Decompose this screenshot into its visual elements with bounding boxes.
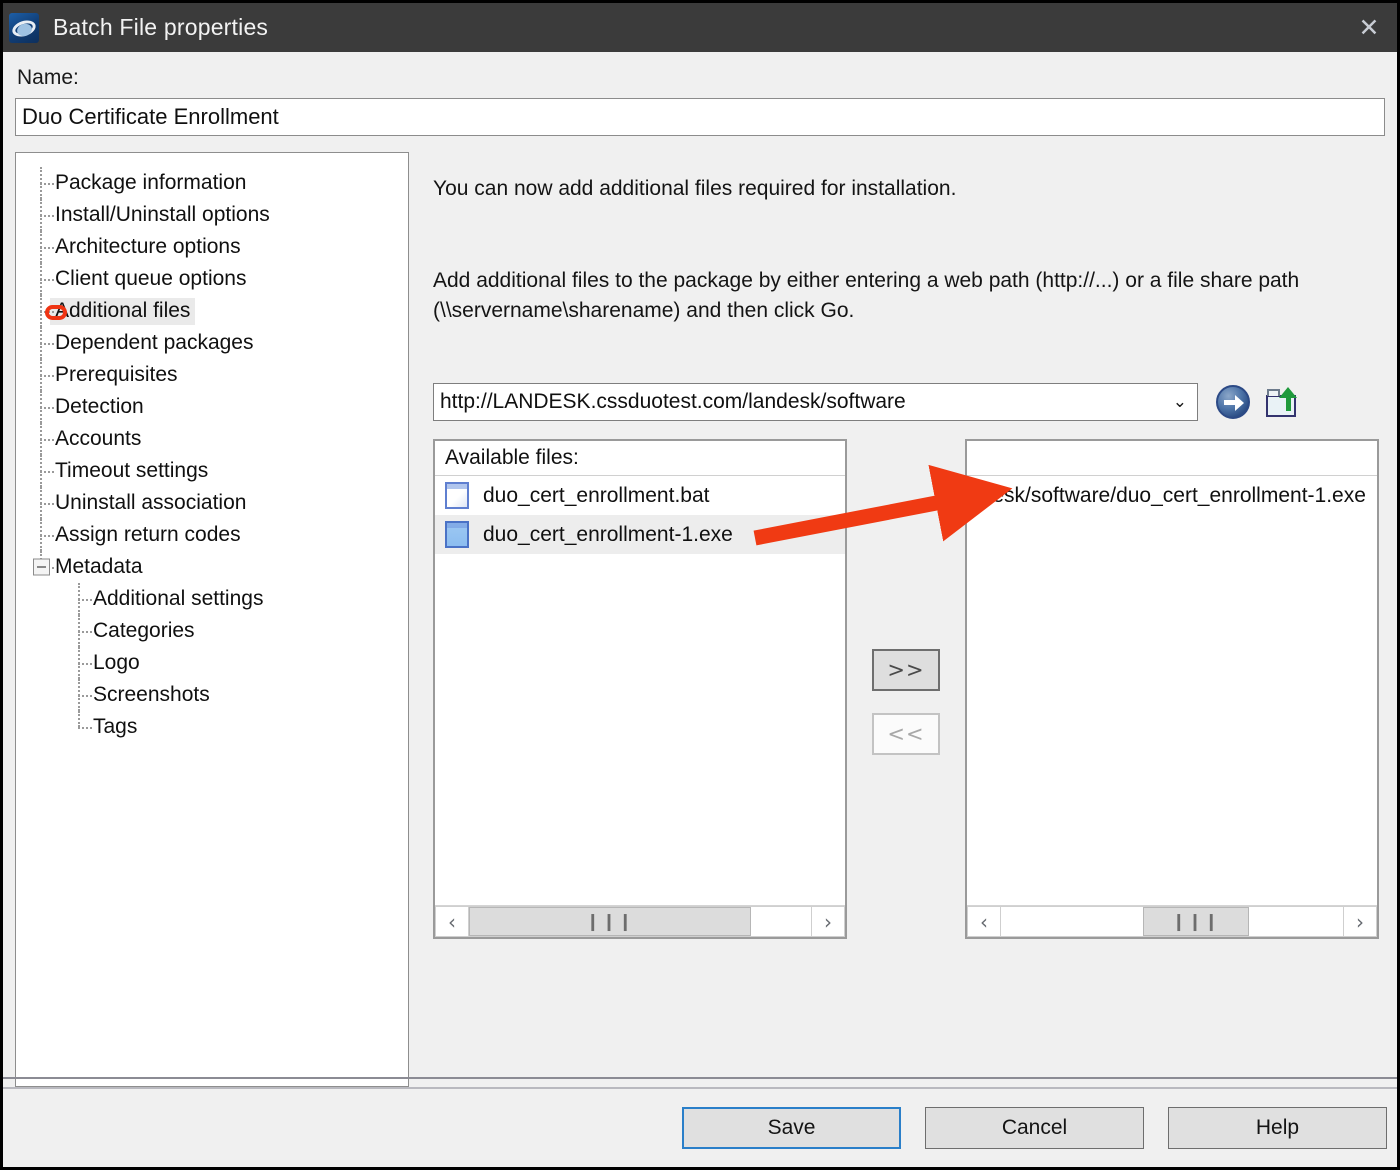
dialog-footer: Save Cancel Help (3, 1077, 1397, 1167)
tree-item-uninstall-association[interactable]: Uninstall association (16, 487, 408, 519)
tree-item-install-uninstall-options[interactable]: Install/Uninstall options (16, 199, 408, 231)
tree-item-label: Prerequisites (55, 362, 178, 386)
batch-file-properties-dialog: Batch File properties ✕ Name: Duo Certif… (0, 0, 1400, 1170)
selected-scroll-space-left[interactable] (1001, 907, 1143, 936)
tree-expander-minus-icon[interactable] (33, 558, 50, 576)
folder-body (1266, 395, 1296, 418)
folder-upload-icon[interactable] (1266, 387, 1298, 418)
tree-item-label: Metadata (55, 554, 143, 578)
tree-item-label: Dependent packages (55, 330, 254, 354)
tree-item-label: Accounts (55, 426, 142, 450)
selected-files-header (967, 441, 1377, 477)
scroll-left-icon[interactable]: ‹ (967, 906, 1001, 938)
tree-item-label: Tags (93, 714, 138, 738)
selected-file-name: ndesk/software/duo_cert_enrollment-1.exe (969, 483, 1366, 507)
tree-item-timeout-settings[interactable]: Timeout settings (16, 455, 408, 487)
tree-item-tags[interactable]: Tags (16, 711, 408, 743)
tree-item-prerequisites[interactable]: Prerequisites (16, 359, 408, 391)
available-files-header: Available files: (435, 441, 845, 477)
tree-item-label: Logo (93, 650, 140, 674)
path-entry-row: http://LANDESK.cssduotest.com/landesk/so… (433, 383, 1385, 422)
path-combobox[interactable]: http://LANDESK.cssduotest.com/landesk/so… (433, 383, 1198, 422)
tree-item-label: Additional files (50, 297, 196, 325)
selected-scroll-track[interactable]: ❙❙❙ (1001, 906, 1343, 938)
ivanti-logo-icon (9, 12, 39, 43)
scroll-left-icon[interactable]: ‹ (435, 906, 469, 938)
cancel-button[interactable]: Cancel (925, 1107, 1144, 1149)
tree-item-label: Client queue options (55, 266, 247, 290)
window-title: Batch File properties (53, 14, 269, 40)
selected-files-hscrollbar[interactable]: ‹ ❙❙❙ › (967, 905, 1377, 938)
name-input[interactable]: Duo Certificate Enrollment (15, 98, 1385, 136)
tree-item-label: Uninstall association (55, 490, 247, 514)
available-scroll-thumb[interactable]: ❙❙❙ (469, 907, 751, 937)
tree-item-detection[interactable]: Detection (16, 391, 408, 423)
available-file-name: duo_cert_enrollment.bat (483, 483, 710, 507)
add-file-button[interactable]: >> (872, 649, 940, 692)
remove-file-button[interactable]: << (872, 713, 940, 756)
tree-item-label: Assign return codes (55, 522, 241, 546)
file-transfer-area: Available files: duo_cert_enrollment.bat… (433, 439, 1385, 940)
folder-arrow-head (1279, 387, 1297, 399)
file-icon (445, 482, 469, 510)
available-file-name: duo_cert_enrollment-1.exe (483, 522, 733, 546)
intro-text: You can now add additional files require… (433, 177, 957, 200)
additional-files-pane: You can now add additional files require… (409, 152, 1385, 1087)
tree-item-accounts[interactable]: Accounts (16, 423, 408, 455)
available-file-row[interactable]: duo_cert_enrollment-1.exe (435, 515, 845, 555)
footer-separator (3, 1077, 1397, 1079)
tree-item-label: Package information (55, 170, 247, 194)
tree-item-logo[interactable]: Logo (16, 647, 408, 679)
selected-file-row[interactable]: ndesk/software/duo_cert_enrollment-1.exe (967, 476, 1377, 515)
selected-scroll-space-right[interactable] (1249, 907, 1343, 936)
selected-files-listbox[interactable]: ndesk/software/duo_cert_enrollment-1.exe… (965, 439, 1379, 940)
go-arrow-icon[interactable] (1216, 385, 1250, 420)
content-split: Package information Install/Uninstall opt… (15, 152, 1385, 1087)
available-files-body: duo_cert_enrollment.bat duo_cert_enrollme… (435, 476, 845, 905)
tree-item-dependent-packages[interactable]: Dependent packages (16, 327, 408, 359)
help-button[interactable]: Help (1168, 1107, 1387, 1149)
tree-item-architecture-options[interactable]: Architecture options (16, 231, 408, 263)
available-files-hscrollbar[interactable]: ‹ ❙❙❙ › (435, 905, 845, 938)
file-icon (445, 521, 469, 549)
folder-arrow-stem (1286, 397, 1291, 412)
tree-item-additional-settings[interactable]: Additional settings (16, 583, 408, 615)
tree-item-metadata[interactable]: Metadata (16, 551, 408, 583)
tree-item-screenshots[interactable]: Screenshots (16, 679, 408, 711)
scroll-right-icon[interactable]: › (811, 906, 845, 938)
tree-item-additional-files[interactable]: Additional files (16, 295, 408, 327)
path-combobox-value: http://LANDESK.cssduotest.com/landesk/so… (440, 390, 906, 414)
tree-item-package-information[interactable]: Package information (16, 167, 408, 199)
selected-files-body: ndesk/software/duo_cert_enrollment-1.exe (967, 476, 1377, 905)
close-icon[interactable]: ✕ (1341, 3, 1397, 52)
available-scroll-track[interactable]: ❙❙❙ (469, 906, 811, 938)
available-files-listbox[interactable]: Available files: duo_cert_enrollment.bat… (433, 439, 847, 940)
tree-item-label: Detection (55, 394, 144, 418)
tree-item-categories[interactable]: Categories (16, 615, 408, 647)
settings-tree: Package information Install/Uninstall opt… (15, 152, 409, 1087)
tree-item-assign-return-codes[interactable]: Assign return codes (16, 519, 408, 551)
scroll-right-icon[interactable]: › (1343, 906, 1377, 938)
tree-item-client-queue-options[interactable]: Client queue options (16, 263, 408, 295)
transfer-buttons: >> << (847, 439, 965, 756)
title-bar: Batch File properties ✕ (3, 3, 1397, 52)
selected-scroll-thumb[interactable]: ❙❙❙ (1143, 907, 1249, 937)
tree-item-label: Install/Uninstall options (55, 202, 270, 226)
tree-item-label: Additional settings (93, 586, 264, 610)
chevron-down-icon[interactable]: ⌄ (1173, 392, 1187, 412)
save-button[interactable]: Save (682, 1107, 901, 1149)
tree-item-label: Categories (93, 618, 195, 642)
available-scroll-space[interactable] (751, 907, 811, 936)
available-file-row[interactable]: duo_cert_enrollment.bat (435, 476, 845, 515)
tree-item-label: Architecture options (55, 234, 241, 258)
name-label: Name: (17, 66, 79, 89)
tree-item-label: Timeout settings (55, 458, 209, 482)
dialog-body: Name: Duo Certificate Enrollment Package… (3, 52, 1397, 1087)
instruction-text: Add additional files to the package by e… (433, 268, 1300, 322)
tree-item-label: Screenshots (93, 682, 210, 706)
